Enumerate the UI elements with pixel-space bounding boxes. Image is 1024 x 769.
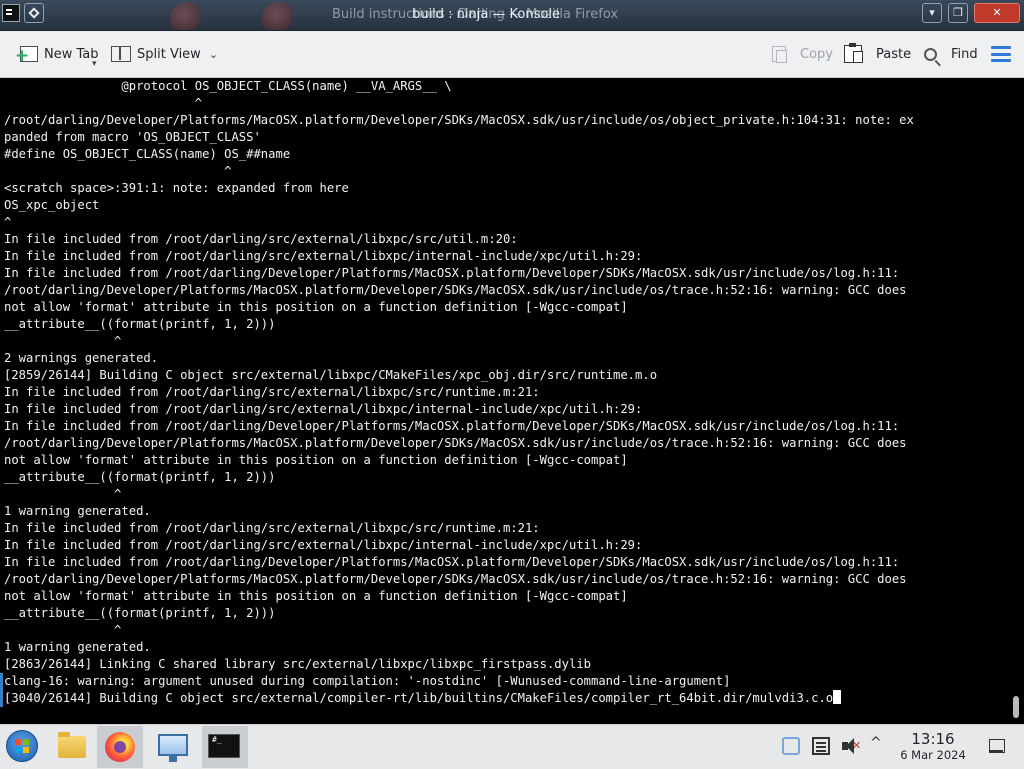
terminal-line: /root/darling/Developer/Platforms/MacOSX… xyxy=(4,283,907,297)
terminal-scrollbar[interactable] xyxy=(1010,78,1024,724)
terminal-line: In file included from /root/darling/src/… xyxy=(4,385,540,399)
terminal-line: 2 warnings generated. xyxy=(4,351,159,365)
terminal-line: [2863/26144] Linking C shared library sr… xyxy=(4,657,591,671)
taskbar-system-settings[interactable] xyxy=(150,726,196,768)
konsole-icon: #_ xyxy=(208,734,240,758)
terminal-prompt-line: [3040/26144] Building C object src/exter… xyxy=(4,690,842,707)
konsole-toolbar: New Tab ▾ Split View ⌄ Copy Paste Find xyxy=(0,31,1024,78)
active-window-title: build : ninja — Konsole xyxy=(412,7,560,22)
search-icon xyxy=(924,47,937,61)
terminal-line: In file included from /root/darling/src/… xyxy=(4,402,643,416)
folder-icon xyxy=(58,732,86,758)
new-tab-icon xyxy=(15,46,38,63)
terminal-line: ^ xyxy=(4,334,122,348)
taskbar-file-manager[interactable] xyxy=(48,726,94,768)
paste-label: Paste xyxy=(876,46,912,62)
terminal-line: In file included from /root/darling/Deve… xyxy=(4,555,900,569)
clock[interactable]: 13:16 6 Mar 2024 xyxy=(890,730,976,762)
window-titlebar[interactable]: Build instructions - Darling — Mozilla F… xyxy=(0,0,1024,31)
close-button[interactable]: ✕ xyxy=(974,3,1020,23)
paste-icon xyxy=(844,43,863,63)
notes-icon[interactable] xyxy=(812,737,830,755)
terminal-line: In file included from /root/darling/src/… xyxy=(4,232,518,246)
new-tab-label: New Tab xyxy=(44,46,99,62)
terminal-output[interactable]: @protocol OS_OBJECT_CLASS(name) __VA_ARG… xyxy=(0,78,1010,724)
terminal-line: __attribute__((format(printf, 1, 2))) xyxy=(4,470,276,484)
terminal-line: [2859/26144] Building C object src/exter… xyxy=(4,368,658,382)
line-marker xyxy=(0,690,3,707)
taskbar-firefox[interactable] xyxy=(97,726,143,768)
terminal-line: /root/darling/Developer/Platforms/MacOSX… xyxy=(4,113,914,127)
clock-date: 6 Mar 2024 xyxy=(900,748,966,762)
terminal-line: ^ xyxy=(4,215,12,229)
monitor-icon xyxy=(158,734,188,762)
copy-button[interactable]: Copy xyxy=(772,31,833,77)
terminal-line: __attribute__((format(printf, 1, 2))) xyxy=(4,606,276,620)
terminal-line: ^ xyxy=(4,487,122,501)
tray-expand-icon[interactable]: ^ xyxy=(870,735,888,753)
find-label: Find xyxy=(951,46,978,62)
copy-icon xyxy=(772,46,787,63)
clipboard-icon[interactable] xyxy=(782,737,800,755)
terminal-line: @protocol OS_OBJECT_CLASS(name) __VA_ARG… xyxy=(4,79,452,93)
terminal-line: In file included from /root/darling/src/… xyxy=(4,521,540,535)
chevron-down-icon: ⌄ xyxy=(208,47,219,61)
terminal-line: 1 warning generated. xyxy=(4,504,151,518)
hamburger-menu-icon[interactable] xyxy=(991,46,1011,62)
terminal-line: #define OS_OBJECT_CLASS(name) OS_##name xyxy=(4,147,291,161)
split-view-label: Split View xyxy=(137,46,201,62)
terminal-line: ^ xyxy=(4,96,203,110)
minimize-button[interactable]: ▾ xyxy=(922,3,942,23)
paste-button[interactable]: Paste xyxy=(844,31,911,77)
split-view-icon xyxy=(111,46,131,62)
taskbar-konsole[interactable]: #_ xyxy=(202,726,248,768)
start-menu-button[interactable] xyxy=(6,730,38,762)
window-title: Build instructions - Darling — Mozilla F… xyxy=(0,0,1024,30)
terminal-line: ^ xyxy=(4,164,232,178)
find-button[interactable]: Find xyxy=(924,31,978,77)
split-view-button[interactable]: Split View ⌄ xyxy=(111,31,218,77)
copy-label: Copy xyxy=(800,46,833,62)
clock-time: 13:16 xyxy=(911,730,955,748)
terminal-line: not allow 'format' attribute in this pos… xyxy=(4,589,628,603)
terminal-line: OS_xpc_object xyxy=(4,198,100,212)
terminal-cursor xyxy=(833,690,842,704)
terminal-line: In file included from /root/darling/src/… xyxy=(4,249,643,263)
terminal-line: ^ xyxy=(4,623,122,637)
line-marker xyxy=(0,673,3,690)
terminal-line: not allow 'format' attribute in this pos… xyxy=(4,300,628,314)
scrollbar-thumb[interactable] xyxy=(1013,696,1019,718)
terminal-line: __attribute__((format(printf, 1, 2))) xyxy=(4,317,276,331)
terminal-line: clang-16: warning: argument unused durin… xyxy=(4,674,731,688)
terminal-line: [3040/26144] Building C object src/exter… xyxy=(4,691,834,705)
terminal-line: In file included from /root/darling/Deve… xyxy=(4,419,900,433)
terminal-line: /root/darling/Developer/Platforms/MacOSX… xyxy=(4,572,907,586)
new-tab-dropdown-icon[interactable]: ▾ xyxy=(92,59,97,69)
taskbar: #_ ✕ ^ 13:16 6 Mar 2024 xyxy=(0,724,1024,769)
terminal-line: panded from macro 'OS_OBJECT_CLASS' xyxy=(4,130,261,144)
terminal-line: In file included from /root/darling/Deve… xyxy=(4,266,900,280)
new-tab-button[interactable]: New Tab xyxy=(14,31,99,77)
terminal-line: 1 warning generated. xyxy=(4,640,151,654)
restore-button[interactable]: ❐ xyxy=(948,3,968,23)
terminal-line: In file included from /root/darling/src/… xyxy=(4,538,643,552)
terminal-line: /root/darling/Developer/Platforms/MacOSX… xyxy=(4,436,907,450)
firefox-icon xyxy=(105,732,135,762)
terminal-line: <scratch space>:391:1: note: expanded fr… xyxy=(4,181,349,195)
show-desktop-icon[interactable] xyxy=(989,739,1005,753)
volume-muted-icon[interactable]: ✕ xyxy=(841,737,861,755)
terminal-line: not allow 'format' attribute in this pos… xyxy=(4,453,628,467)
